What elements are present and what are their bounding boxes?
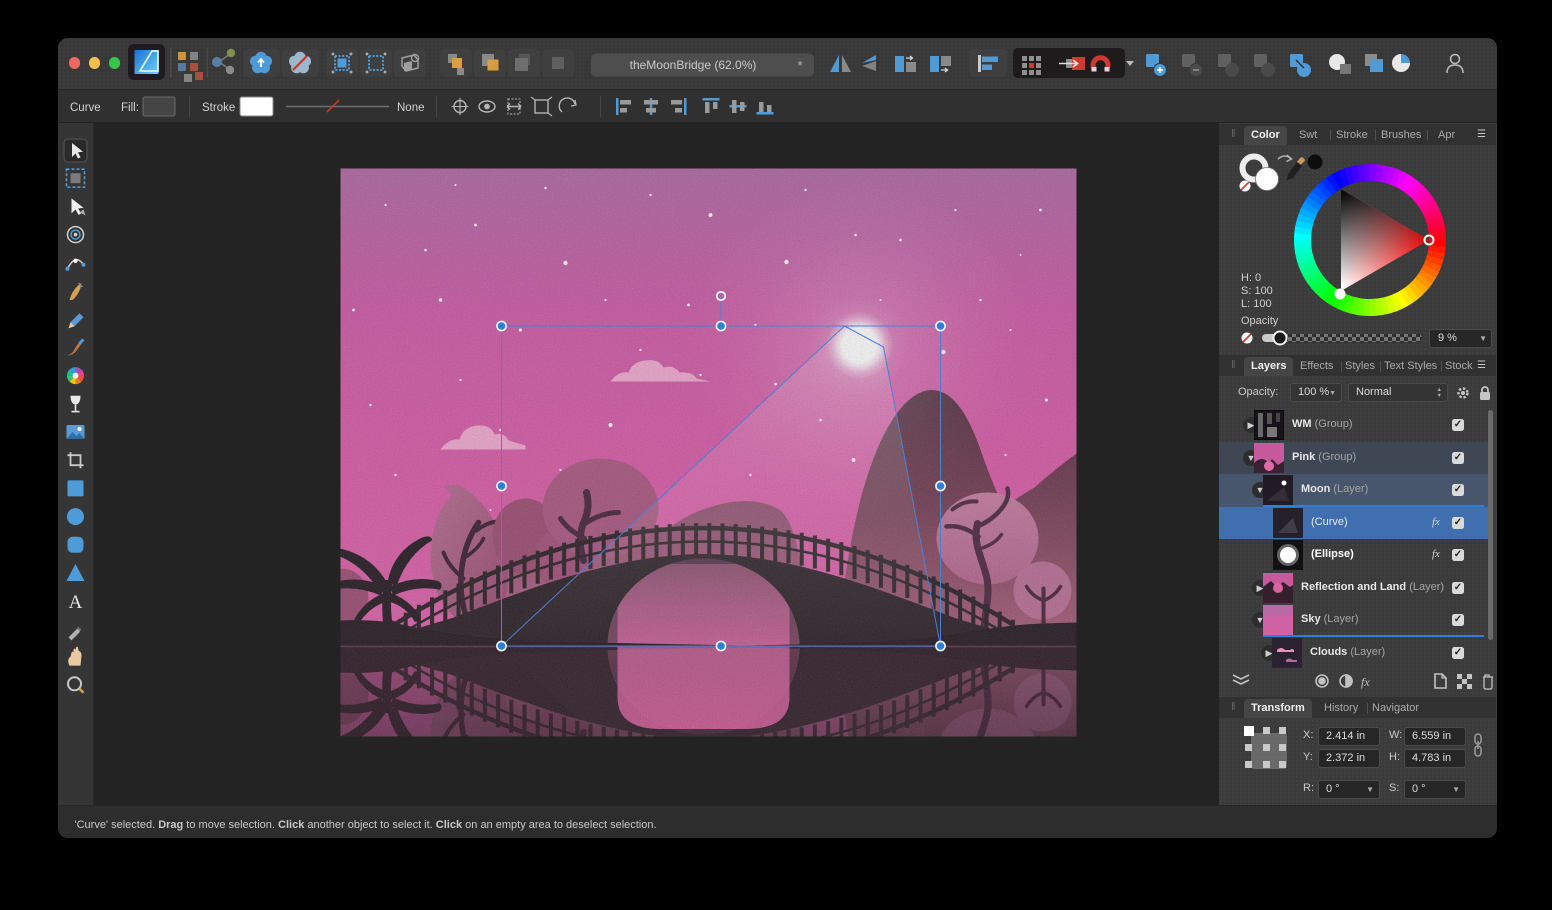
svg-text:fx: fx: [1361, 675, 1370, 689]
